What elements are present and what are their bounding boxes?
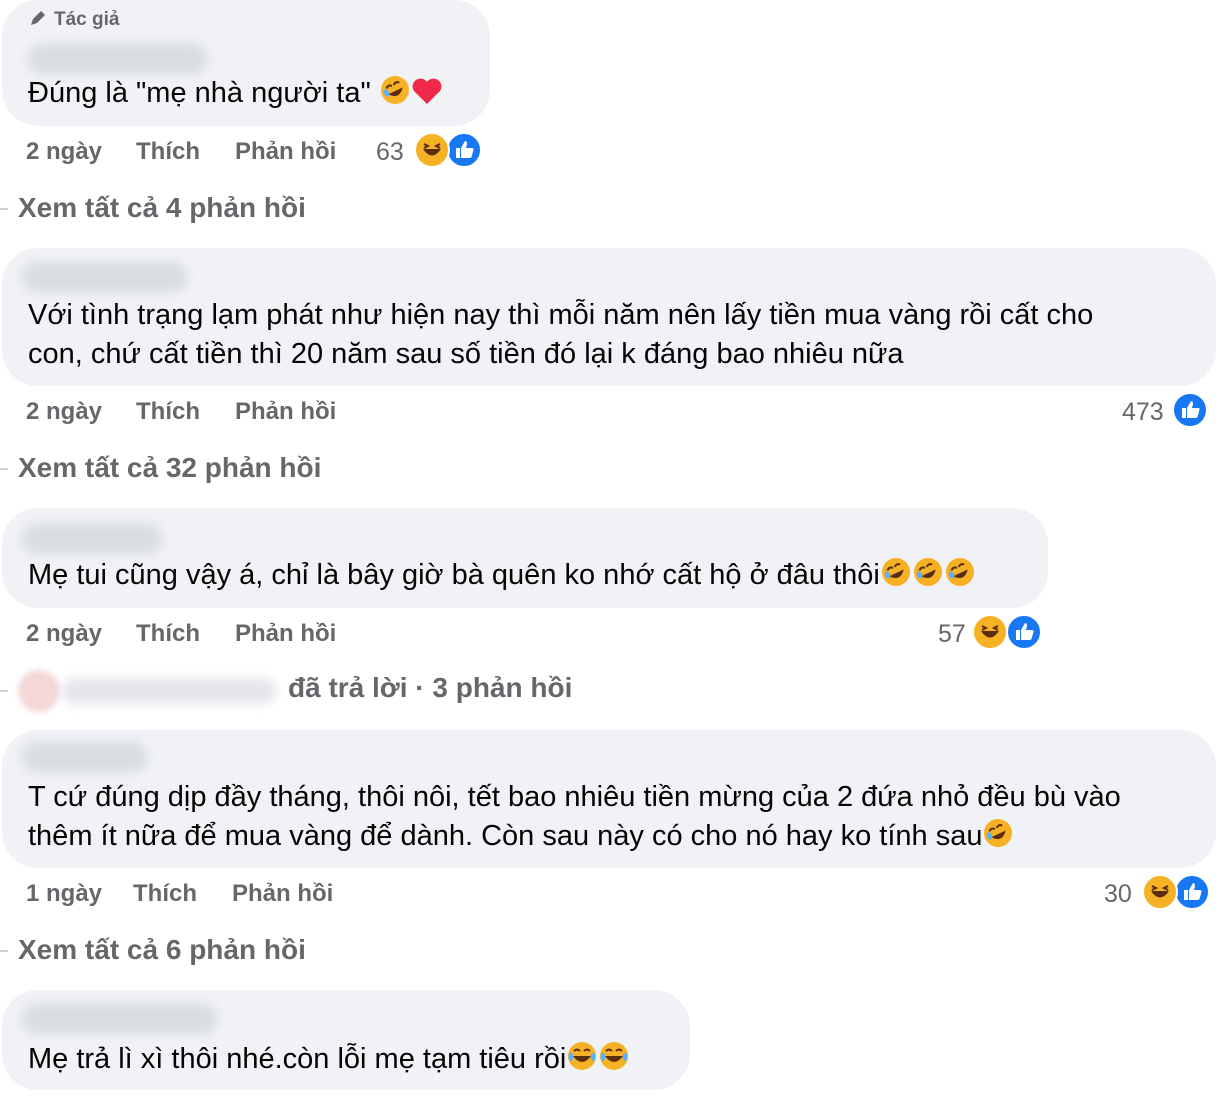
comment-time[interactable]: 2 ngày <box>26 398 102 426</box>
reaction-count: 63 <box>376 138 404 166</box>
comment-bubble: Tác giả Đúng là "mẹ nhà người ta" <box>2 0 490 126</box>
comment-time[interactable]: 1 ngày <box>26 880 102 908</box>
rofl-emoji <box>912 556 944 599</box>
joy-emoji <box>598 1040 630 1083</box>
reaction-summary[interactable]: 30 <box>1104 874 1214 914</box>
author-name[interactable] <box>22 524 162 554</box>
comment-line: thêm ít nữa để mua vàng để dành. Còn sau… <box>28 820 983 852</box>
comment-text: Mẹ tui cũng vậy á, chỉ là bây giờ bà quê… <box>28 556 976 599</box>
comment-line: Với tình trạng lạm phát như hiện nay thì… <box>28 299 1094 331</box>
rofl-emoji <box>944 556 976 599</box>
comment-line: con, chứ cất tiền thì 20 năm sau số tiền… <box>28 338 904 370</box>
comment-line: T cứ đúng dịp đầy tháng, thôi nôi, tết b… <box>28 781 1121 813</box>
thread-line <box>0 690 8 692</box>
reaction-count: 30 <box>1104 880 1132 908</box>
reaction-count: 473 <box>1122 398 1164 426</box>
thread-line <box>0 950 8 952</box>
like-reaction-icon <box>1174 874 1210 910</box>
comment-text: Với tình trạng lạm phát như hiện nay thì… <box>28 296 1093 374</box>
like-button[interactable]: Thích <box>133 880 197 908</box>
reply-summary-text: đã trả lời · 3 phản hồi <box>288 672 573 703</box>
reply-button[interactable]: Phản hồi <box>235 138 336 166</box>
view-all-replies-link[interactable]: Xem tất cả 6 phản hồi <box>18 934 306 966</box>
thread-line <box>0 468 8 470</box>
replier-avatar <box>18 670 60 712</box>
comment-bubble: T cứ đúng dịp đầy tháng, thôi nôi, tết b… <box>2 730 1216 868</box>
reaction-summary[interactable]: 57 <box>938 614 1048 654</box>
haha-reaction-icon <box>414 132 450 168</box>
reaction-summary[interactable]: 473 <box>1122 392 1212 432</box>
like-reaction-icon <box>1172 392 1208 428</box>
comment-bubble: Với tình trạng lạm phát như hiện nay thì… <box>2 248 1216 386</box>
author-name[interactable] <box>22 742 147 772</box>
comment-line: Mẹ trả lì xì thôi nhé.còn lỗi mẹ tạm tiê… <box>28 1043 567 1075</box>
like-button[interactable]: Thích <box>136 398 200 426</box>
rofl-emoji <box>880 556 912 599</box>
comment-bubble: Mẹ tui cũng vậy á, chỉ là bây giờ bà quê… <box>2 508 1048 608</box>
like-reaction-icon <box>446 132 482 168</box>
like-button[interactable]: Thích <box>136 620 200 648</box>
haha-reaction-icon <box>1142 874 1178 910</box>
heart-emoji <box>411 76 443 117</box>
comment-bubble: Mẹ trả lì xì thôi nhé.còn lỗi mẹ tạm tiê… <box>2 990 690 1090</box>
comment-text: Mẹ trả lì xì thôi nhé.còn lỗi mẹ tạm tiê… <box>28 1040 630 1083</box>
author-name[interactable] <box>22 262 187 292</box>
view-all-replies-link[interactable]: Xem tất cả 32 phản hồi <box>18 452 321 484</box>
haha-reaction-icon <box>972 614 1008 650</box>
comment-line: Mẹ tui cũng vậy á, chỉ là bây giờ bà quê… <box>28 559 880 591</box>
reaction-count: 57 <box>938 620 966 648</box>
comment-time[interactable]: 2 ngày <box>26 138 102 166</box>
author-name[interactable] <box>28 44 208 74</box>
comment-line: Đúng là "mẹ nhà người ta" <box>28 77 371 109</box>
reply-summary-row[interactable]: đã trả lời · 3 phản hồi <box>18 668 618 712</box>
joy-emoji <box>566 1040 598 1083</box>
comment-time[interactable]: 2 ngày <box>26 620 102 648</box>
rofl-emoji <box>982 817 1014 860</box>
reply-button[interactable]: Phản hồi <box>235 620 336 648</box>
comment-text: T cứ đúng dịp đầy tháng, thôi nôi, tết b… <box>28 778 1121 860</box>
author-name[interactable] <box>22 1004 217 1034</box>
comment-text: Đúng là "mẹ nhà người ta" <box>28 74 443 117</box>
replier-name <box>62 678 276 704</box>
reaction-summary[interactable]: 63 <box>376 132 486 172</box>
like-button[interactable]: Thích <box>136 138 200 166</box>
thread-line <box>0 208 8 210</box>
author-badge-label: Tác giả <box>54 9 120 30</box>
view-all-replies-link[interactable]: Xem tất cả 4 phản hồi <box>18 192 306 224</box>
pen-icon <box>31 11 45 25</box>
author-badge: Tác giả <box>28 8 119 31</box>
reply-button[interactable]: Phản hồi <box>235 398 336 426</box>
reply-button[interactable]: Phản hồi <box>232 880 333 908</box>
rofl-emoji <box>379 74 411 117</box>
like-reaction-icon <box>1006 614 1042 650</box>
